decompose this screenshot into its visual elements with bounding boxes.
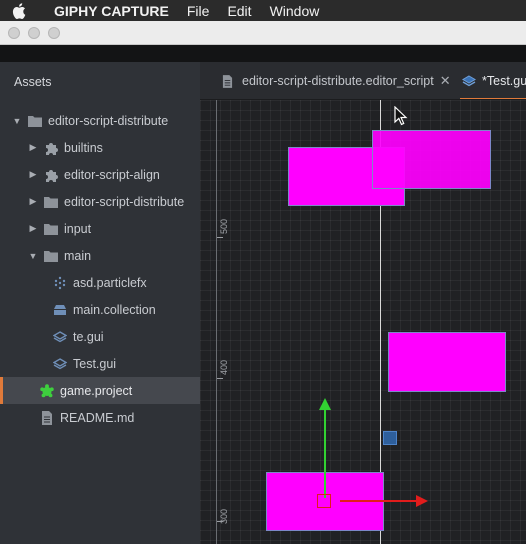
ruler-label-400: 400	[219, 359, 229, 375]
tree-item-label: game.project	[60, 383, 133, 398]
tree-item-label: editor-script-distribute	[48, 113, 169, 128]
move-gizmo-x-axis[interactable]	[340, 500, 416, 502]
vertical-ruler: 500 400 300	[216, 100, 232, 544]
tree-item-label: README.md	[60, 410, 135, 425]
move-gizmo-x-arrow-icon[interactable]	[416, 495, 428, 507]
tree-item-readme[interactable]: README.md	[0, 404, 200, 431]
tab-editor-script[interactable]: editor-script-distribute.editor_script ✕	[222, 62, 451, 99]
tree-item-label: editor-script-distribute	[64, 194, 185, 209]
tree-item-label: main	[64, 248, 92, 263]
ruler-tick	[217, 237, 223, 238]
tree-item-label: Test.gui	[73, 356, 117, 371]
gui-icon	[53, 357, 67, 371]
particlefx-icon	[53, 276, 67, 290]
folder-icon	[28, 114, 42, 128]
window-titlebar	[0, 21, 526, 45]
tree-item-main[interactable]: ▼ main	[0, 242, 200, 269]
move-gizmo-center-handle[interactable]	[317, 494, 331, 508]
mouse-cursor-icon	[394, 106, 408, 126]
menu-edit[interactable]: Edit	[227, 3, 251, 19]
editor-tabs: editor-script-distribute.editor_script ✕…	[200, 62, 526, 100]
tree-item-input[interactable]: ▶ input	[0, 215, 200, 242]
tree-item-main-collection[interactable]: main.collection	[0, 296, 200, 323]
apple-icon[interactable]	[12, 0, 34, 21]
expanded-arrow-icon[interactable]: ▼	[28, 251, 38, 261]
tree-item-asd-particlefx[interactable]: asd.particlefx	[0, 269, 200, 296]
app-name[interactable]: GIPHY CAPTURE	[54, 3, 169, 19]
tree-item-label: asd.particlefx	[73, 275, 147, 290]
collapsed-arrow-icon[interactable]: ▶	[28, 196, 38, 207]
gui-box-node[interactable]	[388, 332, 506, 392]
menu-file[interactable]: File	[187, 3, 210, 19]
expanded-arrow-icon[interactable]: ▼	[12, 116, 22, 126]
folder-icon	[44, 249, 58, 263]
ruler-label-500: 500	[219, 218, 229, 234]
move-gizmo-y-arrow-icon[interactable]	[319, 398, 331, 410]
tree-item-te-gui[interactable]: te.gui	[0, 323, 200, 350]
move-gizmo-y-axis[interactable]	[324, 410, 326, 498]
close-window-button[interactable]	[8, 27, 20, 39]
tree-item-label: input	[64, 221, 92, 236]
gui-icon	[462, 74, 476, 88]
tree-item-game-project[interactable]: game.project	[0, 377, 200, 404]
gui-box-node[interactable]	[372, 130, 491, 189]
gui-pivot-node[interactable]	[383, 431, 397, 445]
tree-item-editor-script-align[interactable]: ▶ editor-script-align	[0, 161, 200, 188]
puzzle-icon	[44, 168, 58, 182]
folder-icon	[44, 195, 58, 209]
menu-bar: GIPHY CAPTURE File Edit Window	[0, 0, 526, 21]
asset-tree: ▼ editor-script-distribute ▶ builtins ▶ …	[0, 107, 200, 431]
file-icon	[40, 410, 54, 425]
close-icon[interactable]: ✕	[440, 73, 451, 89]
toolbar-strip	[0, 45, 526, 62]
collapsed-arrow-icon[interactable]: ▶	[28, 223, 38, 234]
tree-item-label: editor-script-align	[64, 167, 160, 182]
puzzle-icon	[44, 141, 58, 155]
scene-canvas[interactable]: 500 400 300	[200, 100, 526, 544]
gui-icon	[53, 330, 67, 344]
assets-panel: Assets ▼ editor-script-distribute ▶ buil…	[0, 62, 200, 544]
tree-item-label: main.collection	[73, 302, 156, 317]
ruler-label-300: 300	[219, 508, 229, 524]
tree-item-test-gui[interactable]: Test.gui	[0, 350, 200, 377]
zoom-window-button[interactable]	[48, 27, 60, 39]
project-icon	[40, 383, 54, 398]
menu-window[interactable]: Window	[270, 3, 320, 19]
tab-label: editor-script-distribute.editor_script	[242, 74, 434, 88]
collapsed-arrow-icon[interactable]: ▶	[28, 142, 38, 153]
tree-item-label: builtins	[64, 140, 103, 155]
tree-item-editor-script-distribute[interactable]: ▶ editor-script-distribute	[0, 188, 200, 215]
minimize-window-button[interactable]	[28, 27, 40, 39]
ruler-tick	[217, 378, 223, 379]
folder-icon	[44, 222, 58, 236]
collection-icon	[53, 303, 67, 317]
tree-item-label: te.gui	[73, 329, 104, 344]
tab-test-gui[interactable]: *Test.gui	[460, 62, 526, 99]
tree-item-editor-script-distribute-root[interactable]: ▼ editor-script-distribute	[0, 107, 200, 134]
tree-item-builtins[interactable]: ▶ builtins	[0, 134, 200, 161]
tab-label: *Test.gui	[482, 74, 526, 88]
assets-title: Assets	[14, 75, 52, 89]
file-icon	[222, 74, 236, 88]
collapsed-arrow-icon[interactable]: ▶	[28, 169, 38, 180]
